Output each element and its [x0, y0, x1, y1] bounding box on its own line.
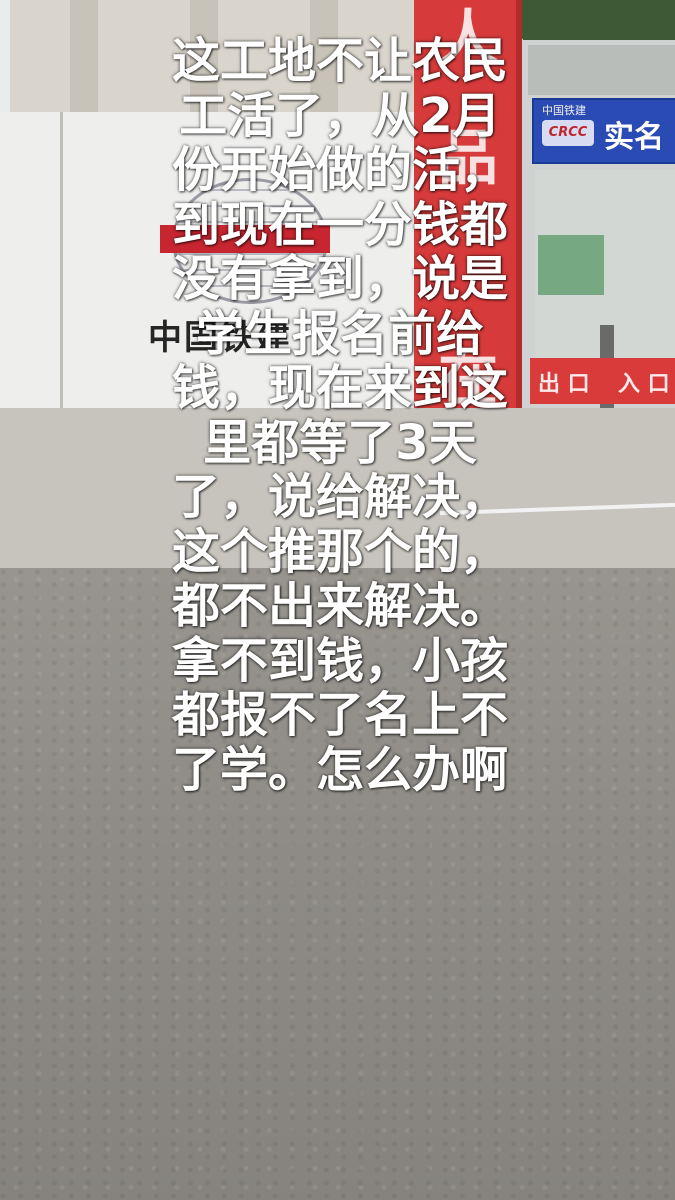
- caption-line: 都报不了名上不: [171, 687, 508, 743]
- blue-board-text: 实名: [604, 120, 664, 155]
- caption-line: 这个推那个的，: [171, 523, 508, 580]
- gate-red-strip: 出 口 入 口: [530, 358, 675, 404]
- caption-line: 工活了，从2月: [179, 87, 501, 144]
- caption-line: 学生报名前给: [195, 305, 484, 362]
- caption-line: 拿不到钱，小孩: [171, 632, 508, 689]
- entry-label: 入 口: [618, 372, 670, 397]
- caption-line: 钱，现在来到这: [171, 360, 508, 416]
- caption-line: 份开始做的活，: [171, 142, 508, 198]
- caption-overlay: 这工地不让农民 工活了，从2月 份开始做的活， 到现在一分钱都 没有拿到，说是 …: [130, 34, 550, 797]
- caption-line: 没有拿到，说是: [171, 251, 508, 307]
- caption-line: 这工地不让农民: [171, 33, 508, 89]
- caption-line: 里都等了3天: [203, 414, 477, 471]
- caption-line: 了，说给解决，: [171, 469, 508, 525]
- wall-seam: [60, 112, 63, 412]
- blue-signboard: 中国铁建 CRCC 实名: [532, 98, 675, 164]
- gate-roof: [528, 45, 675, 95]
- caption-line: 了学。怎么办啊: [171, 741, 508, 798]
- caption-line: 到现在一分钱都: [171, 196, 508, 253]
- building-column: [70, 0, 98, 125]
- caption-line: 都不出来解决。: [171, 578, 508, 634]
